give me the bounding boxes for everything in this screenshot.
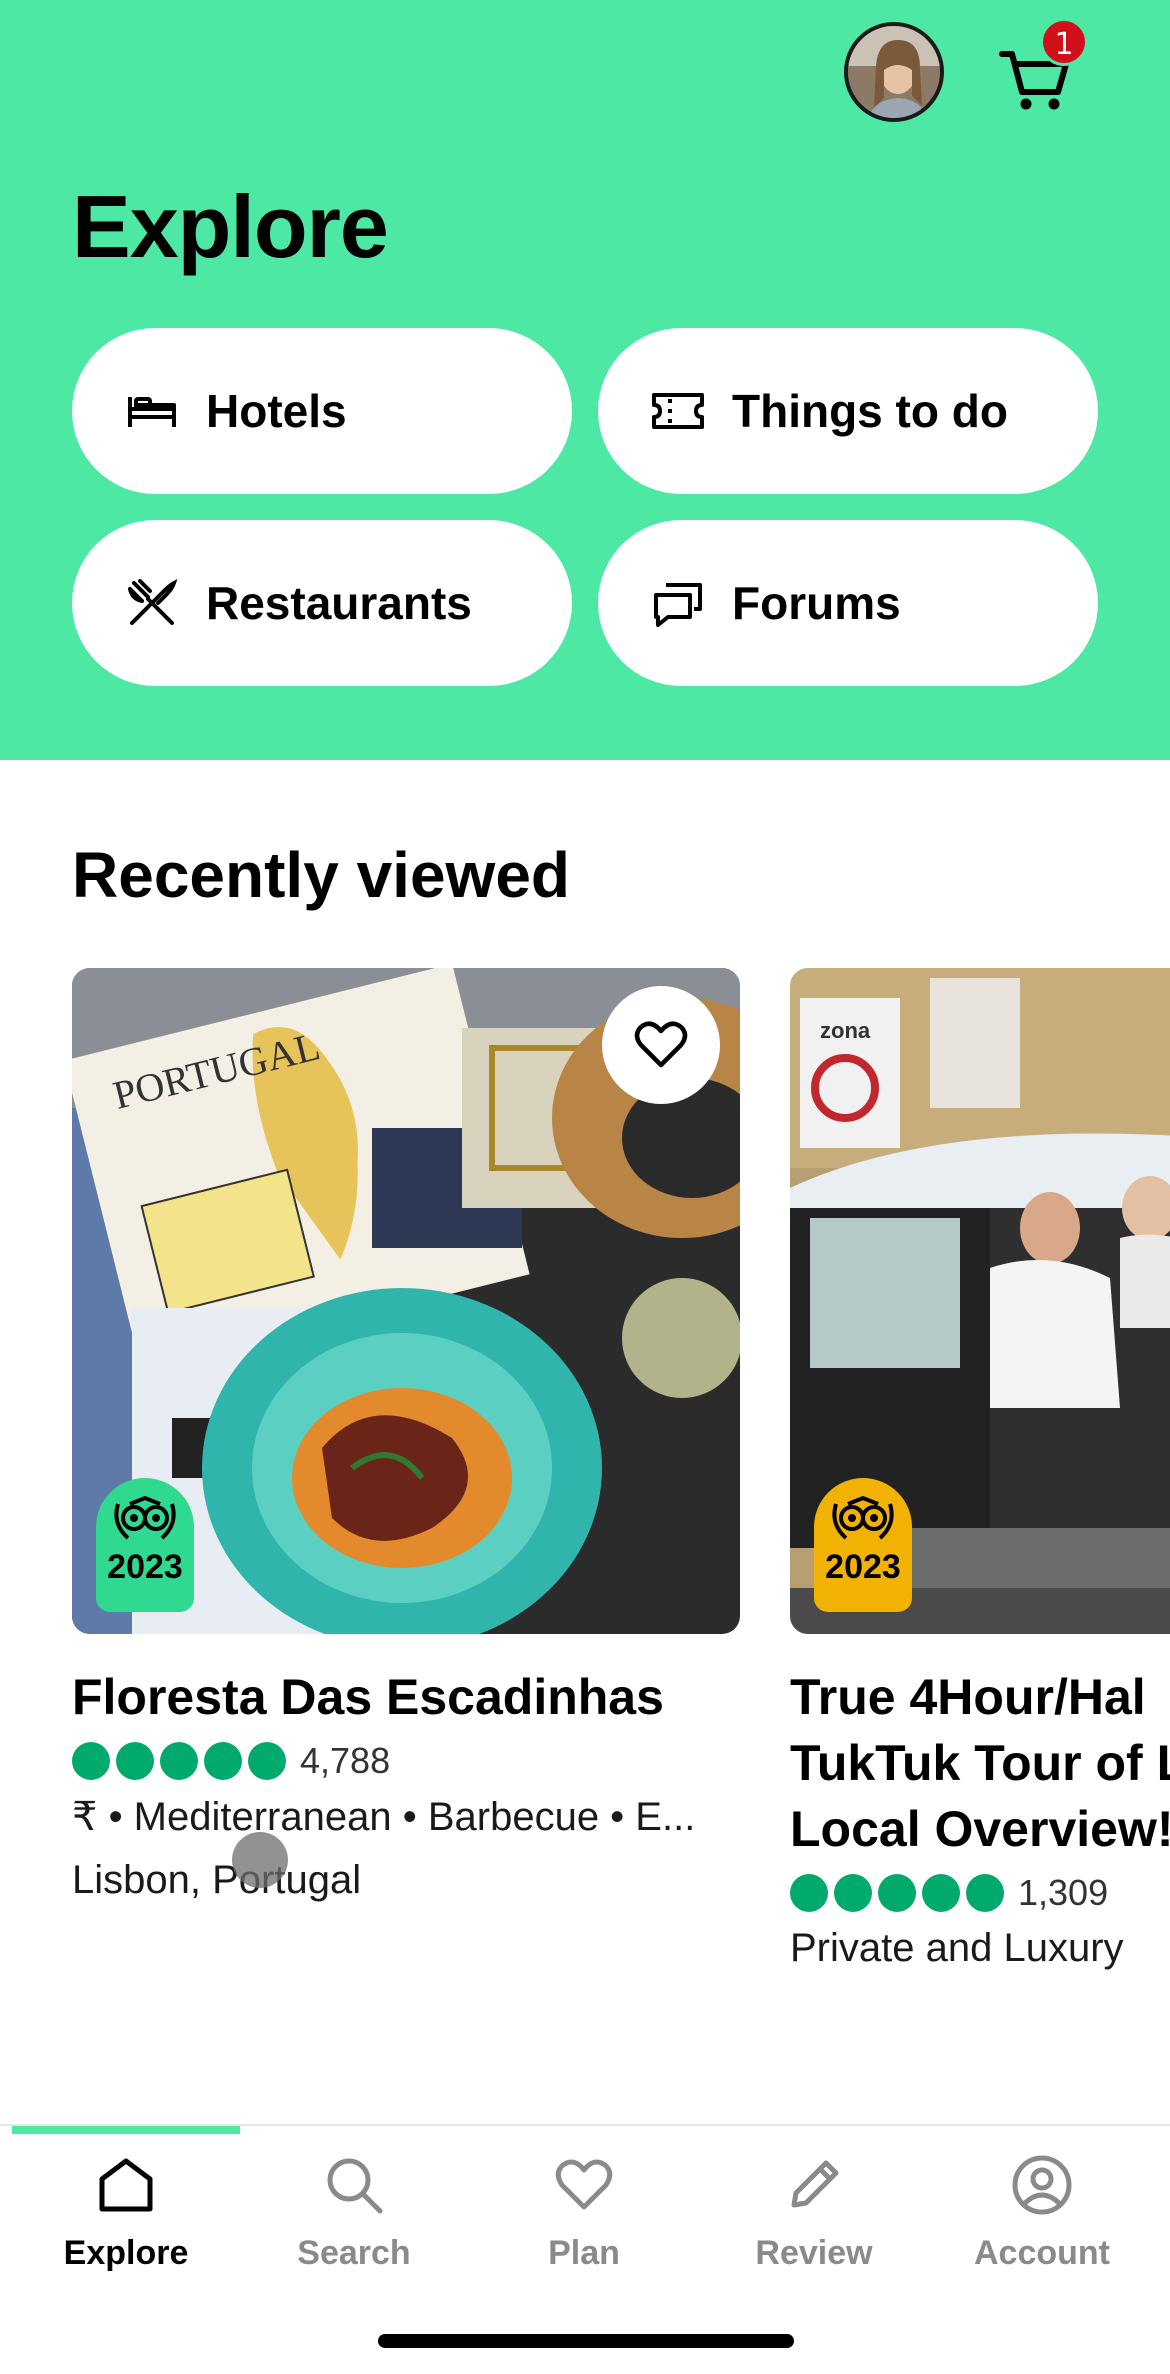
page-title: Explore [72, 177, 389, 276]
restaurant-title[interactable]: Floresta Das Escadinhas [72, 1664, 664, 1730]
rating-bubble [204, 1742, 242, 1780]
owl-logo-icon [832, 1495, 894, 1540]
ticket-icon [650, 383, 706, 439]
tab-account-label: Account [974, 2234, 1110, 2272]
active-tab-indicator [12, 2126, 240, 2134]
things-to-do-label: Things to do [732, 385, 1008, 437]
tab-search[interactable]: Search [254, 2150, 454, 2273]
hotels-label: Hotels [206, 385, 347, 437]
tab-search-label: Search [297, 2234, 411, 2272]
tab-explore[interactable]: Explore [26, 2150, 226, 2273]
cart-count-badge: 1 [1040, 18, 1088, 66]
travelers-choice-badge: 2023 [96, 1478, 194, 1612]
rating-bubble [922, 1874, 960, 1912]
tab-review[interactable]: Review [714, 2150, 914, 2273]
rating-bubble [160, 1742, 198, 1780]
forums-button[interactable]: Forums [598, 520, 1098, 686]
tour-title-line-3[interactable]: Local Overview! [790, 1796, 1170, 1862]
tab-plan[interactable]: Plan [484, 2150, 684, 2273]
rating-bubble [966, 1874, 1004, 1912]
rating-bubble [878, 1874, 916, 1912]
home-indicator [378, 2334, 794, 2348]
tour-rating: 1,309 [790, 1872, 1108, 1914]
tour-title-line-2[interactable]: TukTuk Tour of L [790, 1730, 1170, 1796]
things-to-do-button[interactable]: Things to do [598, 328, 1098, 494]
account-icon [1007, 2150, 1077, 2220]
tab-review-label: Review [755, 2234, 873, 2272]
rating-bubble [116, 1742, 154, 1780]
tab-explore-label: Explore [63, 2234, 189, 2272]
owl-logo-icon [114, 1495, 176, 1540]
rating-bubble [790, 1874, 828, 1912]
tour-details: Private and Luxury [790, 1926, 1124, 1970]
review-count: 4,788 [300, 1740, 391, 1781]
forums-label: Forums [732, 577, 901, 629]
travelers-choice-badge-gold: 2023 [814, 1478, 912, 1612]
tab-account[interactable]: Account [942, 2150, 1142, 2273]
save-favorite-button[interactable] [602, 986, 720, 1104]
rating-bubble [72, 1742, 110, 1780]
restaurants-label: Restaurants [206, 577, 472, 629]
search-icon [319, 2150, 389, 2220]
award-year: 2023 [825, 1548, 901, 1586]
pencil-icon [779, 2150, 849, 2220]
chat-icon [650, 575, 706, 631]
profile-avatar[interactable] [844, 22, 944, 122]
fork-knife-icon [124, 575, 180, 631]
award-year: 2023 [107, 1548, 183, 1586]
bed-icon [124, 383, 180, 439]
home-icon [91, 2150, 161, 2220]
review-count: 1,309 [1018, 1872, 1109, 1913]
restaurants-button[interactable]: Restaurants [72, 520, 572, 686]
rating-bubble [834, 1874, 872, 1912]
restaurant-location: Lisbon, Portugal [72, 1858, 362, 1902]
restaurant-rating: 4,788 [72, 1740, 390, 1782]
restaurant-details: ₹ • Mediterranean • Barbecue • E... [72, 1795, 696, 1839]
heart-icon [549, 2150, 619, 2220]
heart-icon [634, 1021, 688, 1068]
hotels-button[interactable]: Hotels [72, 328, 572, 494]
tab-plan-label: Plan [548, 2234, 620, 2272]
tour-title-line-1[interactable]: True 4Hour/Hal [790, 1664, 1146, 1730]
touch-indicator [232, 1832, 288, 1888]
recently-viewed-heading: Recently viewed [72, 839, 570, 911]
svg-text:zona: zona [820, 1018, 871, 1043]
rating-bubble [248, 1742, 286, 1780]
